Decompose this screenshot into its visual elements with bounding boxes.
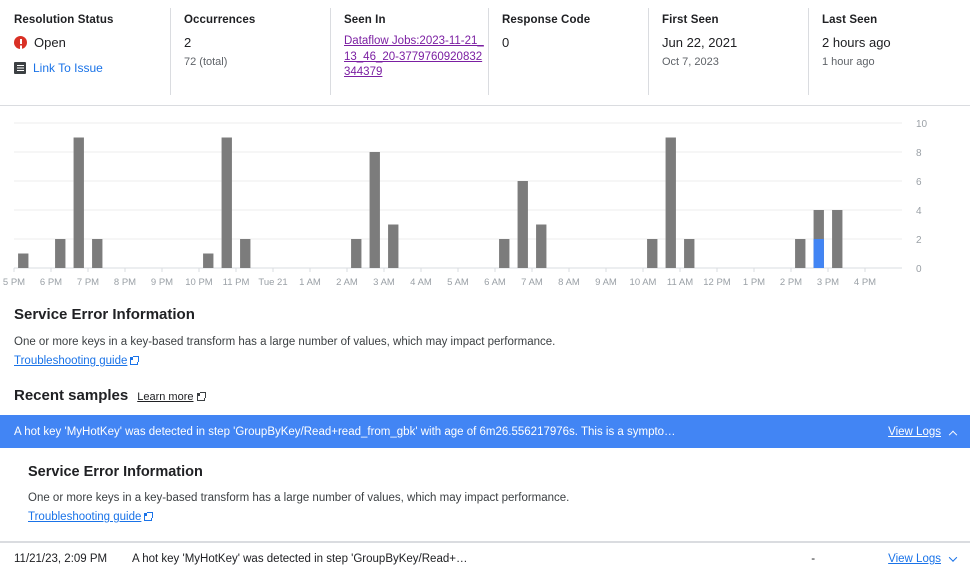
field-label-last-seen: Last Seen — [822, 14, 970, 26]
svg-text:2 PM: 2 PM — [780, 277, 802, 288]
svg-text:4 PM: 4 PM — [854, 277, 876, 288]
seen-in-job-link[interactable]: Dataflow Jobs:2023-11-21_13_46_20-377976… — [344, 34, 488, 81]
chevron-down-icon — [949, 553, 957, 561]
service-error-information-section: Service Error Information One or more ke… — [0, 306, 970, 404]
view-logs-label: View Logs — [888, 553, 941, 565]
expanded-error-title: Service Error Information — [28, 464, 956, 480]
view-logs-label: View Logs — [888, 426, 941, 438]
summary-cell-seen-in: Seen In Dataflow Jobs:2023-11-21_13_46_2… — [330, 0, 488, 105]
svg-text:5 AM: 5 AM — [447, 277, 469, 288]
alert-icon — [14, 36, 27, 49]
svg-text:8: 8 — [916, 148, 922, 159]
troubleshooting-guide-link[interactable]: Troubleshooting guide — [14, 355, 138, 367]
svg-text:6 AM: 6 AM — [484, 277, 506, 288]
svg-text:4: 4 — [916, 206, 922, 217]
field-label-response-code: Response Code — [502, 14, 648, 26]
expanded-troubleshooting-guide-label: Troubleshooting guide — [28, 511, 141, 523]
resolution-status-value: Open — [34, 34, 66, 51]
sample-message: A hot key 'MyHotKey' was detected in ste… — [14, 426, 888, 438]
svg-text:Tue 21: Tue 21 — [258, 277, 287, 288]
service-error-title: Service Error Information — [14, 306, 956, 323]
svg-text:11 AM: 11 AM — [667, 277, 693, 288]
svg-text:7 PM: 7 PM — [77, 277, 99, 288]
sample-message: A hot key 'MyHotKey' was detected in ste… — [132, 553, 738, 565]
status-badge: Open — [14, 34, 170, 51]
svg-text:1 AM: 1 AM — [299, 277, 321, 288]
sample-response-code: - — [738, 553, 888, 565]
occurrences-total: 72 (total) — [184, 54, 330, 70]
sample-row-selected[interactable]: A hot key 'MyHotKey' was detected in ste… — [0, 415, 970, 448]
svg-text:9 AM: 9 AM — [595, 277, 617, 288]
svg-text:9 PM: 9 PM — [151, 277, 173, 288]
last-seen-sub: 1 hour ago — [822, 54, 970, 70]
first-seen-value: Jun 22, 2021 — [662, 34, 808, 51]
summary-cell-first-seen: First Seen Jun 22, 2021 Oct 7, 2023 — [648, 0, 808, 105]
occurrences-chart-svg[interactable]: 0 2 4 6 8 10 5 PM 6 PM 7 PM 8 PM 9 PM 10 PM 11 PM Tue… — [0, 112, 970, 307]
learn-more-link[interactable]: Learn more — [137, 391, 204, 403]
svg-text:3 AM: 3 AM — [373, 277, 395, 288]
issue-icon — [14, 62, 26, 74]
summary-cell-last-seen: Last Seen 2 hours ago 1 hour ago — [808, 0, 970, 105]
svg-text:12 PM: 12 PM — [703, 277, 731, 288]
summary-cell-response-code: Response Code 0 — [488, 0, 648, 105]
summary-cell-occurrences: Occurrences 2 72 (total) — [170, 0, 330, 105]
learn-more-label: Learn more — [137, 391, 193, 403]
service-error-description: One or more keys in a key-based transfor… — [14, 335, 956, 350]
svg-text:10: 10 — [916, 119, 928, 130]
svg-text:10 PM: 10 PM — [185, 277, 213, 288]
svg-text:2 AM: 2 AM — [336, 277, 358, 288]
expanded-error-description: One or more keys in a key-based transfor… — [28, 491, 956, 506]
occurrences-chart: 0 2 4 6 8 10 5 PM 6 PM 7 PM 8 PM 9 PM 10 PM 11 PM Tue… — [0, 106, 970, 306]
view-logs-button[interactable]: View Logs — [888, 426, 956, 438]
field-label-resolution-status: Resolution Status — [14, 14, 170, 26]
recent-samples-title: Recent samples — [14, 387, 128, 404]
sample-row[interactable]: 11/21/23, 2:09 PM A hot key 'MyHotKey' w… — [0, 542, 970, 575]
svg-text:0: 0 — [916, 264, 922, 275]
link-to-issue-button[interactable]: Link To Issue — [14, 61, 170, 75]
svg-text:6 PM: 6 PM — [40, 277, 62, 288]
field-label-seen-in: Seen In — [344, 14, 488, 26]
svg-text:6: 6 — [916, 177, 922, 188]
field-label-first-seen: First Seen — [662, 14, 808, 26]
svg-text:5 PM: 5 PM — [3, 277, 25, 288]
svg-text:4 AM: 4 AM — [410, 277, 432, 288]
svg-text:7 AM: 7 AM — [521, 277, 543, 288]
svg-text:10 AM: 10 AM — [630, 277, 657, 288]
troubleshooting-guide-label: Troubleshooting guide — [14, 355, 127, 367]
svg-text:8 AM: 8 AM — [558, 277, 580, 288]
last-seen-value: 2 hours ago — [822, 34, 970, 51]
chevron-up-icon — [949, 430, 957, 438]
external-link-icon — [130, 357, 138, 365]
summary-header: Resolution Status Open Link To Issue Occ… — [0, 0, 970, 106]
recent-samples-header: Recent samples Learn more — [14, 387, 956, 404]
external-link-icon — [197, 393, 205, 401]
summary-cell-resolution-status: Resolution Status Open Link To Issue — [0, 0, 170, 105]
expanded-troubleshooting-guide-link[interactable]: Troubleshooting guide — [28, 511, 152, 523]
recent-samples-list: A hot key 'MyHotKey' was detected in ste… — [0, 415, 970, 575]
link-to-issue-label: Link To Issue — [33, 61, 103, 75]
response-code-value: 0 — [502, 34, 648, 51]
external-link-icon — [144, 513, 152, 521]
svg-text:8 PM: 8 PM — [114, 277, 136, 288]
field-label-occurrences: Occurrences — [184, 14, 330, 26]
sample-expanded-panel: Service Error Information One or more ke… — [0, 448, 970, 542]
sample-timestamp: 11/21/23, 2:09 PM — [14, 553, 132, 565]
occurrences-value: 2 — [184, 34, 330, 51]
first-seen-sub: Oct 7, 2023 — [662, 54, 808, 70]
svg-text:3 PM: 3 PM — [817, 277, 839, 288]
view-logs-button[interactable]: View Logs — [888, 553, 956, 565]
svg-text:11 PM: 11 PM — [223, 277, 250, 288]
svg-text:1 PM: 1 PM — [743, 277, 765, 288]
svg-text:2: 2 — [916, 235, 922, 246]
